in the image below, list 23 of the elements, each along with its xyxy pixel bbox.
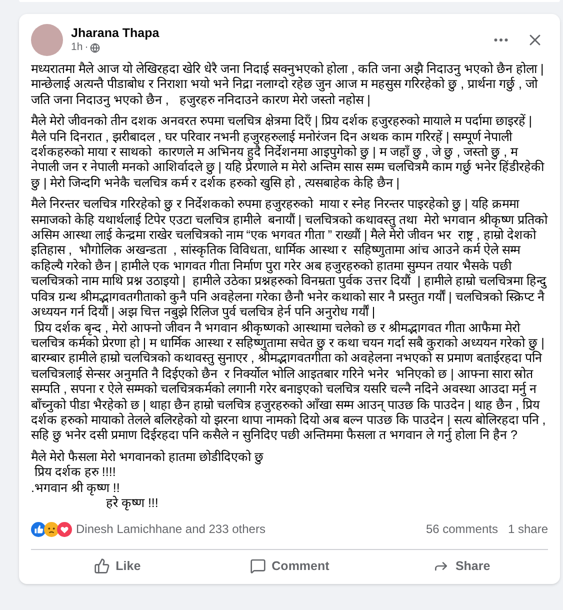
post-text: मैले मेरो जीवनको तीन दशक अनवरत रुपमा चलचित्र क्षेत्रमा दिएँ | प्रिय दर्शक हजुरहरुको मायाले म पर्दामा छाइरहें | मैले पनि दिनरात , झरीबादल , घर परिवार नभनी हजुरहरुलाई मनोरंजन दिन अथक काम गरिरहें | सम्पूर्ण नेपाली दर्शकहरुको माया र साथको कारणले म अभिनय हुदै निर्देशनमा आइपुगेको छु | म जहाँ छु , जे छु , जस्तो छु , म नेपाली जन र नेपाली मनको आशिर्वादले छु | यहि प्रेरणाले म मेरो अन्तिम सास सम्म चलचित्रमै काम गर्छु भनेर हिंडीरहेकी छु | मेरो जिन्दगि भनेकै चलचित्र कर्म र दर्शक हरुको खुसि हो , त्यसबाहेक केहि छैन | bbox=[31, 114, 546, 192]
love-reaction-icon[interactable] bbox=[57, 522, 72, 537]
author-name[interactable]: Jharana Thapa bbox=[71, 26, 492, 41]
post-text: मैले निरन्तर चलचित्र गरिरहेको छु र निर्देशकको रुपमा हजुरहरुको माया र स्नेह निरन्तर पाइरहेको छु | यहि क्रममा समाजको केहि यथार्थलाई टिपेर एउटा चलचित्र हामीले बनायौं | चलचित्रको कथावस्तु तथा मेरो भगवान श्रीकृष्ण प्रतिको असिम आस्था लाई केन्द्रमा राखेर चलचित्रको नाम “एक भगवत गीता ” राख्यौं | मैले मेरो जीवन भर राष्ट्र , हाम्रो देशको इतिहास , भौगोलिक अखन्डता , सांस्कृतिक विविधता, धार्मिक आस्था र सहिष्णुतामा आंच आउने कर्म ऐले सम्म कहिल्यै गरेको छैन | हामीले एक भागवत गीता निर्माण पुरा गरेर अब हजुरहरुको हातमा सुम्पन तयार भैसके पछी चलचित्रको नाम माथि प्रश्न उठाइयो | हामीले उठेका प्रश्नहरुको विनम्रता पुर्वक उत्तर दियौं | हामीले हाम्रो चलचित्रमा हिन्दु पवित्र ग्रन्थ श्रीमद्भागवतगीताको कुनै पनि अवहेलना गरेका छैनौ भनेर कथाको सार नै प्रस्तुत गर्यौं | चलचित्रको स्क्रिप्ट नै अध्ययन गर्न दियौं | अझ चित्त नबुझे रिलिज पुर्व चलचित्र हेर्न पनि अनुरोध गर्यौं | bbox=[31, 197, 548, 320]
separator-dot: · bbox=[84, 41, 88, 54]
post-time[interactable]: 1h bbox=[71, 41, 83, 54]
globe-icon bbox=[90, 42, 100, 52]
like-button[interactable]: Like bbox=[31, 550, 204, 582]
post-text: मध्यरातमा मैले आज यो लेखिरहदा खेरि धेरै जना निदाई सक्नुभएको होला , कति जना अझै निदाउनु भएको छैन होला | मान्छेलाई अत्यन्तै पीडाबोध र निराशा भयो भने निद्रा नलाग्दो रहेछ जुन आज म महसुस गरिरहेको छु , प्रार्थना गर्छु , जो जति जना निदाउनु भएको छैन , हजुरहरु ननिदाउने कारण मेरो जस्तो नहोस | bbox=[31, 62, 545, 108]
post-text: प्रिय दर्शक हरु !!!! bbox=[33, 465, 117, 480]
shares-count[interactable]: 1 share bbox=[508, 520, 548, 538]
like-reaction-icon[interactable] bbox=[31, 522, 46, 537]
sad-reaction-icon[interactable] bbox=[44, 522, 59, 537]
reactions-summary[interactable]: Dinesh Lamichhane and 233 others bbox=[76, 520, 426, 538]
comments-count[interactable]: 56 comments bbox=[426, 520, 498, 538]
post-text: मैले मेरो फैसला मेरो भगवानको हातमा छोडीदिएको छु bbox=[31, 450, 264, 464]
post-text: हरे कृष्ण !!! bbox=[105, 496, 160, 512]
post-text: .भगवान श्री कृष्ण !! bbox=[31, 480, 121, 496]
thumbs-up-icon bbox=[94, 558, 110, 574]
speech-bubble-icon bbox=[250, 558, 266, 574]
share-button[interactable]: Share bbox=[376, 550, 548, 582]
post-text: प्रिय दर्शक बृन्द , मेरो आफ्नो जीवन नै भगवान श्रीकृष्णको आस्थामा चलेको छ र श्रीमद्भागवत गीता आफैमा मेरो चलचित्र कर्मको प्रेरणा हो | म धार्मिक आस्था र सहिष्णुतामा सचेत छु र कथा चयन गर्दा सबै कुराको अध्ययन गरेको छु | बारम्बार हामीले हाम्रो चलचित्रको कथावस्तु सुनाएर , श्रीमद्भागवतगीता को अवहेलना नभएको स प्रमाण बताईरहदा पनि चलचित्रलाई सेन्सर अनुमति नै दिईएको छैन र निर्क्योल भोलि आइतबार गरिने भनेर भनिएको छ | आफ्ना सारा स्रोत सम्पति , सपना र ऐले सम्मको चलचित्रकर्मको लगानी गरेर बनाइएको चलचित्र यसरि चल्नै नदिने अवस्था आउदा मर्नु न बाँच्नुको पीडा भैरहेको छ | थाहा छैन हाम्रो चलचित्र हजुरहरुको आँखा सम्म आउन् पाउछ कि पाउदेन | थाह छैन , प्रिय दर्शक हरुको मायाको तेलले बलिरहेको यो झरना थापा नामको दियो अब बल्न पाउछ कि पाउदेन | सत्य बोलिरहदा पनि , सहि छु भनेर दसी प्रमाण दिईरहदा पनि कसैले न सुनिदिए पछी अन्तिममा फैसला त भगवान ले गर्नु होला नि हैन ? bbox=[31, 320, 547, 444]
comment-button[interactable]: Comment bbox=[203, 550, 376, 582]
